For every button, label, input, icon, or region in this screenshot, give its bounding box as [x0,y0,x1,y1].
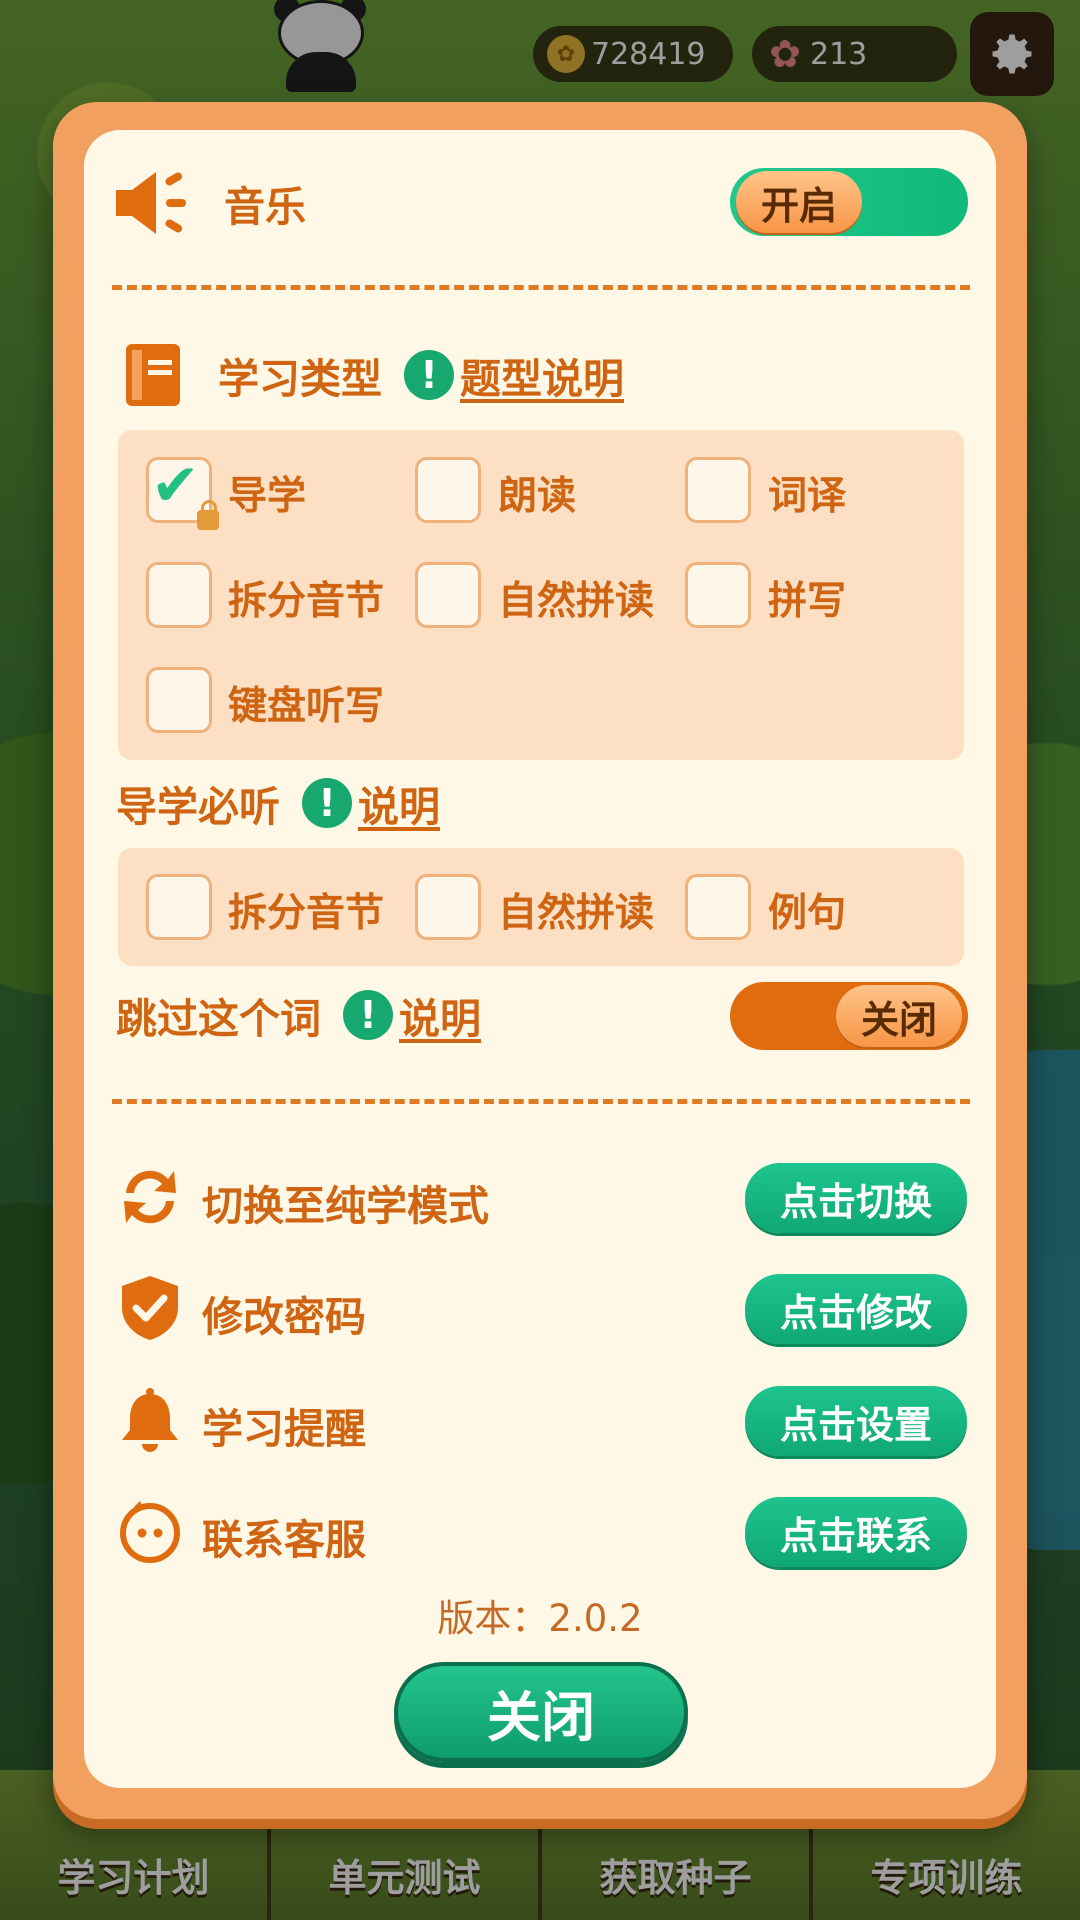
book-icon [126,344,180,406]
customer-service-icon [120,1501,180,1563]
checkbox-guide[interactable]: ✔ [146,451,219,530]
skip-word-toggle[interactable]: 关闭 [730,982,968,1050]
checkbox-listen-phonics[interactable] [415,874,481,940]
option-label: 自然拼读 [498,579,655,624]
music-label: 音乐 [224,183,306,231]
option-label: 拆分音节 [228,891,385,936]
skip-word-toggle-knob: 关闭 [836,985,962,1047]
skip-word-help-link[interactable]: 说明 [399,985,481,1045]
option-label: 键盘听写 [228,684,385,729]
music-row: 音乐 [112,168,306,238]
checkbox-syllable-split[interactable] [146,562,212,628]
speaker-icon [116,172,186,234]
checkbox-word-translation[interactable] [685,457,751,523]
switch-mode-button[interactable]: 点击切换 [745,1163,967,1233]
study-type-row: 学习类型 ! 题型说明 [124,342,624,408]
reminder-settings-button[interactable]: 点击设置 [745,1386,967,1456]
checkbox-keyboard-dictation[interactable] [146,667,212,733]
divider [112,1099,970,1104]
lock-icon [197,500,219,530]
study-reminder-label: 学习提醒 [202,1405,366,1453]
checkbox-listen-example-sentence[interactable] [685,874,751,940]
close-button[interactable]: 关闭 [394,1662,688,1762]
version-text: 版本：2.0.2 [437,1597,643,1640]
music-toggle-knob: 开启 [736,171,862,233]
checkmark-icon: ✔ [151,451,200,519]
option-label: 词译 [768,474,847,519]
guide-listen-label: 导学必听 [116,783,280,831]
option-label: 自然拼读 [498,891,655,936]
refresh-icon [124,1170,176,1224]
option-label: 拆分音节 [228,579,385,624]
info-icon: ! [343,990,393,1040]
info-icon: ! [302,778,352,828]
music-toggle[interactable]: 开启 [730,168,968,236]
info-icon: ! [404,350,454,400]
pure-study-mode-label: 切换至纯学模式 [202,1182,489,1230]
checkbox-phonics[interactable] [415,562,481,628]
guide-listen-help-link[interactable]: 说明 [358,773,440,833]
option-label: 例句 [768,891,847,936]
shield-check-icon [122,1276,178,1340]
question-type-help-link[interactable]: 题型说明 [460,345,624,405]
bell-icon [122,1388,178,1452]
contact-support-button[interactable]: 点击联系 [745,1497,967,1567]
change-password-button[interactable]: 点击修改 [745,1274,967,1344]
checkbox-listen-syllable-split[interactable] [146,874,212,940]
checkbox-spelling[interactable] [685,562,751,628]
skip-word-row: 跳过这个词 ! 说明 [116,982,481,1048]
option-label: 拼写 [768,579,847,624]
contact-support-label: 联系客服 [202,1516,366,1564]
change-password-label: 修改密码 [202,1293,366,1341]
guide-listen-row: 导学必听 ! 说明 [116,770,440,836]
divider [112,285,970,290]
option-label: 朗读 [498,474,577,519]
checkbox-read-aloud[interactable] [415,457,481,523]
option-label: 导学 [228,474,307,519]
study-type-label: 学习类型 [218,355,382,403]
skip-word-label: 跳过这个词 [116,995,321,1043]
